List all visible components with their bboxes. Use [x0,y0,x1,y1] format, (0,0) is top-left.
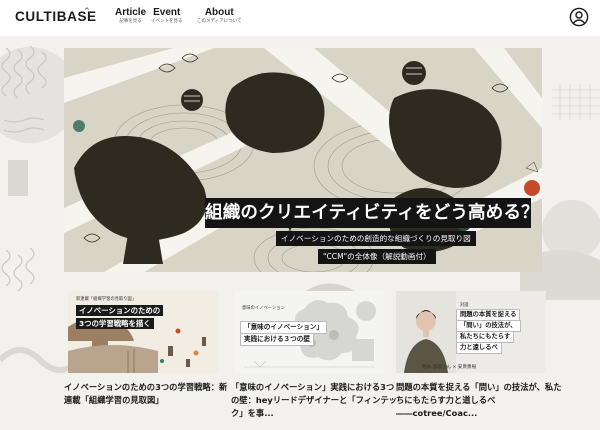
card-1-tag: 新連載「組織学習の見取り図」 [76,297,137,302]
nav-label-article: Article [115,7,147,18]
site-header: CULTIBASE ^ Article 記事を見る Event イベントを見る … [0,0,600,36]
nav-sub-about: このメディアについて [197,19,242,24]
hero-banner[interactable]: 組織のクリエイティビティをどう高める？ イノベーションのための創造的な組織づくり… [64,48,542,272]
hero-subtitle-2: "CCM"の全体像（解説動画付） [318,249,436,264]
user-circle-icon[interactable] [569,7,589,27]
card-2-heading-2: 実践における３つの壁 [240,333,314,346]
card-3-heading-4: 力と遠しるべ [456,342,502,354]
nav-item-event[interactable]: Event イベントを見る [151,7,183,26]
nav-sub-event: イベントを見る [151,19,183,24]
hero-title: 組織のクリエイティビティをどう高める？ [205,198,539,228]
card-2-tag: 意味のイノベーション [242,306,285,311]
article-card-1[interactable]: 新連載「組織学習の見取り図」 イノベーションのための 3つの学習戦略を描く [68,291,218,373]
article-card-2[interactable]: 意味のイノベーション 「意味のイノベーション」 実践における３つの壁 [234,291,384,373]
card-1-heading-1: イノベーションのための [76,305,164,316]
logo-mark-icon: ^ [84,7,90,15]
card-3-title[interactable]: 問題の本質を捉える「問い」の技法が、私たちにもたらす力と道しるべ――cotree… [396,381,566,420]
card-3-tag: 対談 [460,303,469,308]
card-1-thumbnail [68,291,218,373]
nav-sub-article: 記事を見る [119,19,142,24]
card-1-heading-2: 3つの学習戦略を描く [76,318,154,329]
card-2-title[interactable]: 「意味のイノベーション」実践における3つの壁：heyリードデザイナーと「フィンテ… [231,381,397,420]
card-1-title[interactable]: イノベーションのための3つの学習戦略：新連載「組織学習の見取図」 [64,381,230,407]
hero-subtitle-1: イノベーションのための創造的な組織づくりの見取り図 [276,231,476,246]
nav-item-article[interactable]: Article 記事を見る [115,7,146,26]
nav-item-about[interactable]: About このメディアについて [197,7,242,26]
article-card-3[interactable]: 対談 問題の本質を捉える 「問い」の技法が、 私たちにもたらす 力と遠しるべ 春… [396,291,546,373]
nav-label-event: Event [153,7,181,18]
nav-label-about: About [204,7,234,18]
card-3-names: 春木 園歌さん × 安斎勇樹 [422,365,477,370]
